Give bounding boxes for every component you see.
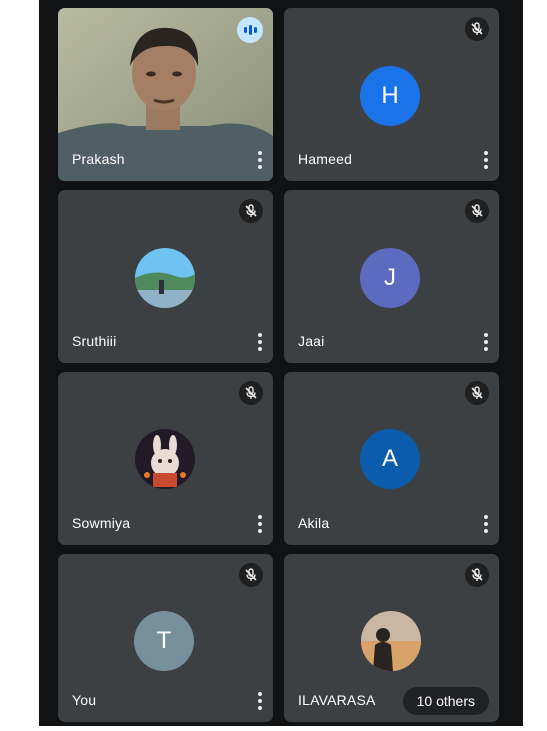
avatar: H [360,66,420,126]
participant-name: Akila [298,515,330,531]
participant-name: Sowmiya [72,515,131,531]
avatar: A [360,429,420,489]
participant-tile-jaai[interactable]: J Jaai [284,190,499,363]
avatar: J [360,248,420,308]
avatar [135,248,195,308]
more-options-icon[interactable] [257,515,263,533]
participant-name: Hameed [298,151,353,167]
more-options-icon[interactable] [483,151,489,169]
participant-name: You [72,692,97,708]
mic-off-icon [465,381,489,405]
more-options-icon[interactable] [257,692,263,710]
more-options-icon[interactable] [483,333,489,351]
mic-off-icon [239,563,263,587]
participant-tile-sruthiii[interactable]: Sruthiii [58,190,273,363]
speaking-indicator-icon [237,17,263,43]
meeting-grid: Prakash H Hameed Sruthiii J Jaai Sowmiya… [39,0,523,726]
avatar [135,429,195,489]
others-button[interactable]: 10 others [402,687,489,715]
participant-tile-akila[interactable]: A Akila [284,372,499,545]
participant-tile-hameed[interactable]: H Hameed [284,8,499,181]
more-options-icon[interactable] [483,515,489,533]
more-options-icon[interactable] [257,151,263,169]
mic-off-icon [239,381,263,405]
participant-tile-you[interactable]: T You [58,554,273,722]
mic-off-icon [239,199,263,223]
more-options-icon[interactable] [257,333,263,351]
participant-name: Prakash [72,151,125,167]
mic-off-icon [465,17,489,41]
participant-tile-prakash[interactable]: Prakash [58,8,273,181]
participant-tile-sowmiya[interactable]: Sowmiya [58,372,273,545]
participant-name: Jaai [298,333,325,349]
participant-tile-ilavarasa[interactable]: ILAVARASA 10 others [284,554,499,722]
mic-off-icon [465,563,489,587]
avatar: T [134,611,194,671]
participant-name: Sruthiii [72,333,117,349]
mic-off-icon [465,199,489,223]
participant-name: ILAVARASA [298,692,376,708]
avatar [361,611,421,671]
